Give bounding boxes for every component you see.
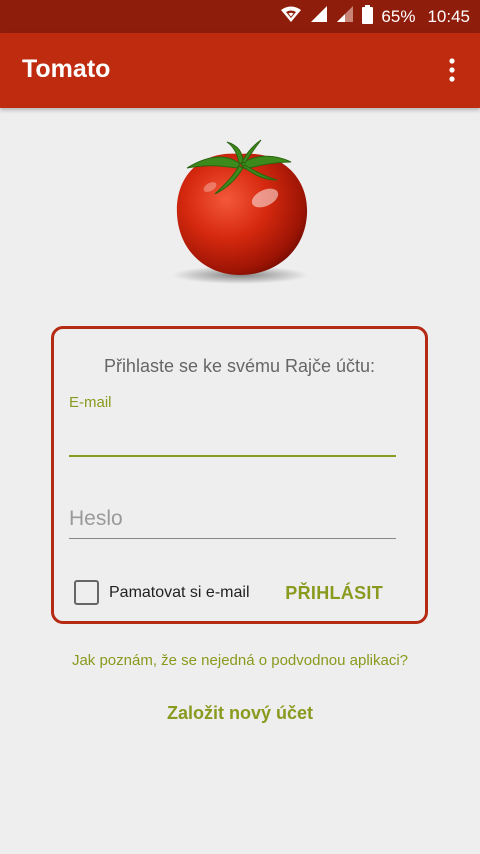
email-field[interactable]	[69, 417, 396, 457]
battery-percent: 65%	[381, 6, 416, 26]
remember-checkbox[interactable]	[74, 580, 99, 605]
signal-icon	[310, 5, 328, 28]
login-prompt: Přihlaste se ke svému Rajče účtu:	[103, 356, 376, 376]
create-account-link[interactable]: Založit nový účet	[0, 703, 480, 724]
tomato-icon	[165, 132, 315, 287]
status-bar: 65% 10:45	[0, 0, 480, 33]
remember-label: Pamatovat si e-mail	[109, 583, 250, 601]
app-bar: Tomato	[0, 33, 480, 108]
signal-weak-icon	[336, 5, 354, 28]
battery-icon	[362, 4, 374, 29]
password-field[interactable]	[69, 499, 396, 539]
login-button[interactable]: PŘIHLÁSIT	[285, 583, 383, 604]
clock: 10:45	[427, 6, 470, 26]
remember-email-option[interactable]: Pamatovat si e-mail	[74, 580, 250, 605]
app-title: Tomato	[22, 55, 111, 83]
email-label: E-mail	[69, 394, 112, 411]
overflow-menu-icon[interactable]	[442, 55, 462, 85]
login-card: Přihlaste se ke svému Rajče účtu: E-mail…	[51, 326, 428, 624]
fraud-check-link[interactable]: Jak poznám, že se nejedná o podvodnou ap…	[0, 652, 480, 669]
wifi-icon	[280, 5, 302, 28]
